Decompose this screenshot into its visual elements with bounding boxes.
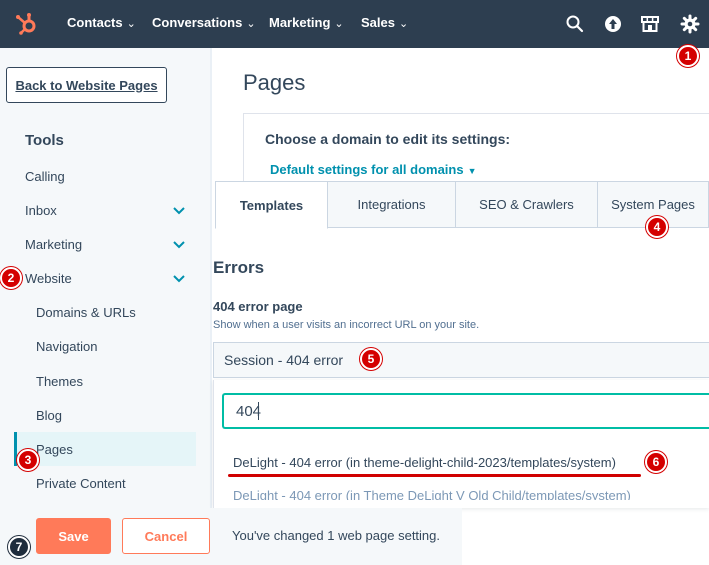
page-title: Pages [243,70,306,95]
nav-marketing-label: Marketing [269,15,331,30]
chevron-down-icon[interactable] [172,240,186,250]
error-page-help-text: Show when a user visits an incorrect URL… [213,319,480,331]
dropdown-option[interactable]: DeLight - 404 error (in theme-delight-ch… [233,455,616,470]
tab-seo-crawlers[interactable]: SEO & Crawlers [455,181,598,228]
chevron-down-icon: ⌄ [246,18,256,30]
domain-selector-label: Default settings for all domains [270,162,464,177]
hubspot-logo-icon[interactable] [14,12,40,36]
sidebar-subitem-pages[interactable]: Pages [36,442,73,457]
sidebar-item-inbox[interactable]: Inbox [25,203,57,218]
domain-prompt: Choose a domain to edit its settings: [265,131,511,147]
highlight-underline [228,474,641,477]
nav-sales[interactable]: Sales ⌄ [361,15,408,30]
save-button[interactable]: Save [36,518,111,554]
step-marker-5: 5 [360,348,382,370]
chevron-down-icon[interactable] [172,274,186,284]
cancel-button[interactable]: Cancel [122,518,210,554]
sidebar-heading-tools: Tools [25,132,64,149]
sidebar-subitem-private-content[interactable]: Private Content [36,476,126,491]
nav-sales-label: Sales [361,15,395,30]
text-cursor [258,402,259,420]
step-marker-4: 4 [646,216,668,238]
dropdown-search-input[interactable] [222,393,709,429]
nav-conversations-label: Conversations [152,15,243,30]
sidebar-divider [210,48,212,508]
sidebar-subitem-domains[interactable]: Domains & URLs [36,305,136,320]
step-marker-7: 7 [8,536,30,558]
sidebar-item-website[interactable]: Website [25,271,72,286]
chevron-down-icon[interactable] [172,206,186,216]
sidebar-subitem-blog[interactable]: Blog [36,408,62,423]
sidebar-item-calling[interactable]: Calling [25,169,65,184]
marketplace-icon[interactable] [640,14,660,34]
dropdown-option[interactable]: DeLight - 404 error (in Theme DeLight V … [233,488,631,500]
step-marker-2: 2 [0,267,22,289]
step-marker-1: 1 [677,45,699,67]
step-marker-6: 6 [645,451,667,473]
search-icon[interactable] [565,14,585,34]
unsaved-changes-status: You've changed 1 web page setting. [232,528,440,543]
tab-integrations[interactable]: Integrations [327,181,456,228]
nav-contacts-label: Contacts [67,15,123,30]
sidebar-item-marketing[interactable]: Marketing [25,237,82,252]
nav-marketing[interactable]: Marketing ⌄ [269,15,344,30]
settings-tabs: Templates Integrations SEO & Crawlers Sy… [215,181,709,229]
nav-conversations[interactable]: Conversations ⌄ [152,15,256,30]
step-marker-3: 3 [17,449,39,471]
caret-down-icon: ▼ [467,166,477,176]
nav-contacts[interactable]: Contacts ⌄ [67,15,136,30]
error-page-label: 404 error page [213,299,303,314]
back-to-website-pages-button[interactable]: Back to Website Pages [6,67,167,103]
chevron-down-icon: ⌄ [126,18,136,30]
sidebar-subitem-themes[interactable]: Themes [36,374,83,389]
chevron-down-icon: ⌄ [398,18,409,30]
settings-gear-icon[interactable] [680,14,700,34]
error-page-dropdown[interactable]: Session - 404 error [213,342,709,378]
section-title-errors: Errors [213,258,265,277]
sidebar-subitem-navigation[interactable]: Navigation [36,339,97,354]
upgrade-icon[interactable] [603,14,623,34]
tab-templates[interactable]: Templates [215,181,328,229]
chevron-down-icon: ⌄ [334,18,344,30]
domain-selector[interactable]: Default settings for all domains ▼ [270,162,477,177]
